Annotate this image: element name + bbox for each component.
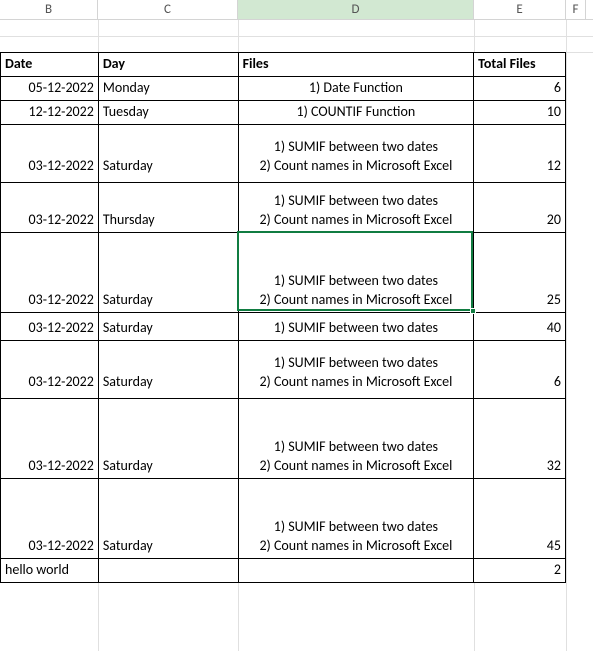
header-files[interactable]: Files [238,53,474,77]
table-row: 03-12-2022Saturday1) SUMIF between two d… [1,124,566,182]
spreadsheet-grid[interactable]: B C D E F Date Day Files Total Files [0,0,593,651]
cell-day[interactable]: Saturday [98,340,238,398]
table-row: 03-12-2022Saturday1) SUMIF between two d… [1,478,566,558]
cell-total[interactable]: 2 [474,558,566,582]
table-row: hello world 2 [1,558,566,582]
cell-day[interactable] [98,558,238,582]
cell-files[interactable]: 1) SUMIF between two dates 2) Count name… [238,478,474,558]
cell-day[interactable]: Tuesday [98,100,238,124]
cell-date[interactable]: hello world [1,558,99,582]
col-header-b[interactable]: B [0,0,98,19]
cell-date[interactable]: 03-12-2022 [1,478,99,558]
cell-day[interactable]: Thursday [98,182,238,232]
header-total[interactable]: Total Files [474,53,566,77]
cell-files[interactable] [238,558,474,582]
cell-day[interactable]: Saturday [98,398,238,478]
table-row: 03-12-2022Saturday1) SUMIF between two d… [1,340,566,398]
cell-total[interactable]: 40 [474,312,566,340]
header-date[interactable]: Date [1,53,99,77]
cell-date[interactable]: 03-12-2022 [1,182,99,232]
cell-date[interactable]: 12-12-2022 [1,100,99,124]
cell-day[interactable]: Saturday [98,312,238,340]
cell-total[interactable]: 25 [474,232,566,312]
cell-total[interactable]: 6 [474,76,566,100]
cell-total[interactable]: 45 [474,478,566,558]
cell-date[interactable]: 03-12-2022 [1,312,99,340]
table-row: 03-12-2022Saturday1) SUMIF between two d… [1,232,566,312]
table-row: 03-12-2022Saturday1) SUMIF between two d… [1,312,566,340]
cell-files[interactable]: 1) SUMIF between two dates 2) Count name… [238,182,474,232]
header-day[interactable]: Day [98,53,238,77]
cell-total[interactable]: 32 [474,398,566,478]
cell-date[interactable]: 03-12-2022 [1,398,99,478]
col-header-c[interactable]: C [98,0,238,19]
cell-total[interactable]: 20 [474,182,566,232]
column-headers: B C D E F [0,0,593,20]
cell-day[interactable]: Saturday [98,124,238,182]
table-row: 05-12-2022Monday1) Date Function6 [1,76,566,100]
cell-total[interactable]: 12 [474,124,566,182]
data-table: Date Day Files Total Files 05-12-2022Mon… [0,52,566,583]
table-row: 12-12-2022Tuesday1) COUNTIF Function10 [1,100,566,124]
cell-total[interactable]: 6 [474,340,566,398]
table-row: 03-12-2022Thursday1) SUMIF between two d… [1,182,566,232]
cell-day[interactable]: Monday [98,76,238,100]
cell-files[interactable]: 1) SUMIF between two dates 2) Count name… [238,232,474,312]
cell-date[interactable]: 03-12-2022 [1,232,99,312]
cell-total[interactable]: 10 [474,100,566,124]
cell-date[interactable]: 03-12-2022 [1,124,99,182]
col-header-e[interactable]: E [474,0,566,19]
col-header-f[interactable]: F [566,0,586,19]
cell-date[interactable]: 03-12-2022 [1,340,99,398]
cell-files[interactable]: 1) COUNTIF Function [238,100,474,124]
col-header-d[interactable]: D [238,0,474,19]
cell-day[interactable]: Saturday [98,478,238,558]
table-header-row: Date Day Files Total Files [1,53,566,77]
table-row: 03-12-2022Saturday1) SUMIF between two d… [1,398,566,478]
cell-files[interactable]: 1) Date Function [238,76,474,100]
fill-handle[interactable] [470,308,476,314]
cell-files[interactable]: 1) SUMIF between two dates [238,312,474,340]
cell-day[interactable]: Saturday [98,232,238,312]
cell-files[interactable]: 1) SUMIF between two dates 2) Count name… [238,340,474,398]
cell-files[interactable]: 1) SUMIF between two dates 2) Count name… [238,124,474,182]
cell-files[interactable]: 1) SUMIF between two dates 2) Count name… [238,398,474,478]
cell-date[interactable]: 05-12-2022 [1,76,99,100]
sheet-body[interactable]: Date Day Files Total Files 05-12-2022Mon… [0,20,593,651]
